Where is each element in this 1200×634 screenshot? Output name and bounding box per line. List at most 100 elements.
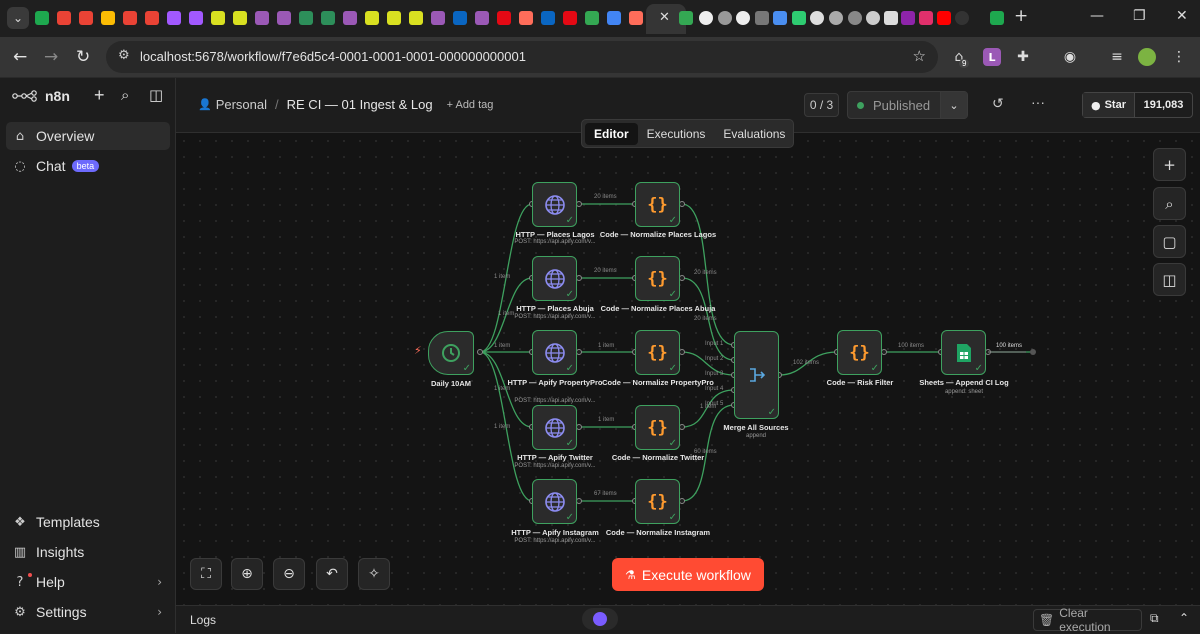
tab-favicon[interactable] [848,11,862,25]
tab-favicon[interactable] [792,11,806,25]
more-options-icon[interactable]: ··· [1031,94,1045,110]
gmail-icon[interactable] [145,11,159,25]
close-tab-icon[interactable]: ✕ [659,10,670,25]
s-icon[interactable] [277,11,291,25]
n8n-icon[interactable] [629,11,643,25]
tab-favicon[interactable] [810,11,824,25]
node-daily-10am[interactable]: ✓ [428,331,474,375]
add-tag-button[interactable]: + Add tag [447,99,494,111]
publish-button[interactable]: Published ⌄ [847,91,968,119]
window-close-icon[interactable]: ✕ [1176,8,1188,24]
node-sheets-append-ci-log[interactable]: ✓ [941,330,986,375]
tab-favicon[interactable] [866,11,880,25]
workflow-name[interactable]: RE CI — 01 Ingest & Log [287,97,433,112]
globe-icon[interactable] [321,11,335,25]
site-info-icon[interactable]: ⚙ [118,48,130,63]
docs-icon[interactable] [607,11,621,25]
n8n-icon[interactable] [519,11,533,25]
avatar[interactable] [1138,48,1156,66]
new-tab-button[interactable]: + [1014,6,1028,26]
netflix-icon[interactable] [497,11,511,25]
url-text[interactable]: localhost:5678/workflow/f7e6d5c4-0001-00… [140,49,526,64]
linkedin-icon[interactable] [541,11,555,25]
popout-icon[interactable]: ⧉ [1150,611,1159,626]
logs-panel-bar[interactable]: Logs 🗑 Clear execution ⧉ ⌃ [176,605,1200,634]
tab-favicon[interactable] [718,11,732,25]
sticky-note-icon[interactable]: ▢ [1153,225,1186,258]
clear-execution-button[interactable]: 🗑 Clear execution [1033,606,1142,634]
node-code-risk-filter[interactable]: {} ✓ [837,330,882,375]
sidebar-item-chat[interactable]: ◌ Chat beta [6,152,170,180]
globe-icon[interactable] [299,11,313,25]
tab-search-chevron-icon[interactable]: ⌄ [7,7,29,29]
node-http-apify-twitter[interactable]: ✓ [532,405,577,450]
back-icon[interactable]: ← [13,47,27,67]
node-code-normalize-lagos[interactable]: {} ✓ [635,182,680,227]
add-icon[interactable]: + [94,85,105,106]
sidebar-item-templates[interactable]: ❖ Templates [6,508,170,536]
node-merge-all-sources[interactable]: ✓ [734,331,779,419]
s-icon[interactable] [255,11,269,25]
history-icon[interactable]: ↺ [992,96,1004,112]
tab-favicon[interactable] [955,11,969,25]
tidy-up-icon[interactable]: ✧ [358,558,390,590]
github-star-button[interactable]: ● Star 191,083 [1082,92,1193,118]
reload-icon[interactable]: ↻ [76,47,90,67]
node-http-apify-instagram[interactable]: ✓ [532,479,577,524]
star-icon[interactable] [365,11,379,25]
cloud-icon[interactable] [884,11,898,25]
star-icon[interactable] [409,11,423,25]
logs-label[interactable]: Logs [190,613,216,627]
logs-resize-handle[interactable] [582,608,618,630]
node-code-normalize-abuja[interactable]: {} ✓ [635,256,680,301]
tab-favicon[interactable] [755,11,769,25]
gmail-icon[interactable] [123,11,137,25]
star-icon[interactable] [211,11,225,25]
linkedin-icon[interactable] [453,11,467,25]
tab-favicon[interactable] [699,11,713,25]
workflow-canvas[interactable]: Editor Executions Evaluations ⚡ ✓ Daily … [176,119,1200,605]
figma-icon[interactable] [189,11,203,25]
node-code-normalize-instagram[interactable]: {} ✓ [635,479,680,524]
search-nodes-icon[interactable]: ⌕ [1153,187,1186,220]
screenshot-icon[interactable]: ◉ [1061,48,1079,66]
chevron-down-icon[interactable]: ⌄ [940,92,967,118]
zoom-to-fit-icon[interactable]: ⛶ [190,558,222,590]
node-code-normalize-twitter[interactable]: {} ✓ [635,405,680,450]
figma-icon[interactable] [167,11,181,25]
netflix-icon[interactable] [563,11,577,25]
drive-icon[interactable] [679,11,693,25]
search-icon[interactable]: ⌕ [121,86,129,104]
docs-icon[interactable] [773,11,787,25]
node-http-places-abuja[interactable]: ✓ [532,256,577,301]
panel-toggle-icon[interactable]: ◫ [1153,263,1186,296]
execute-workflow-button[interactable]: ⚗ Execute workflow [612,558,764,591]
sidebar-item-help[interactable]: ? Help › [6,568,170,596]
reading-list-icon[interactable]: ≡ [1108,48,1126,66]
node-http-apify-propertypro[interactable]: ✓ [532,330,577,375]
version-counter[interactable]: 0 / 3 [804,93,839,117]
sidebar-item-settings[interactable]: ⚙ Settings › [6,598,170,626]
undo-icon[interactable]: ↶ [316,558,348,590]
sidebar-item-overview[interactable]: ⌂ Overview [6,122,170,150]
tab-favicon[interactable] [736,11,750,25]
tab-favicon[interactable] [829,11,843,25]
instagram-icon[interactable] [919,11,933,25]
add-node-button[interactable]: + [1153,148,1186,181]
zoom-in-icon[interactable]: ⊕ [231,558,263,590]
sidebar-item-insights[interactable]: ▥ Insights [6,538,170,566]
expand-chevron-icon[interactable]: ⌃ [1179,611,1189,625]
s-icon[interactable] [475,11,489,25]
bookmark-star-icon[interactable]: ☆ [913,47,926,65]
profile-extension-icon[interactable]: L [983,48,1001,66]
drive-icon[interactable] [585,11,599,25]
gmail-icon[interactable] [57,11,71,25]
extensions-puzzle-icon[interactable]: ✚ [1014,48,1032,66]
node-code-normalize-propertypro[interactable]: {} ✓ [635,330,680,375]
zoom-out-icon[interactable]: ⊖ [273,558,305,590]
forward-icon[interactable]: → [44,47,58,67]
s-icon[interactable] [431,11,445,25]
n8n-tab-icon[interactable] [35,11,49,25]
collapse-sidebar-icon[interactable]: ◫ [149,86,163,104]
node-http-places-lagos[interactable]: ✓ [532,182,577,227]
